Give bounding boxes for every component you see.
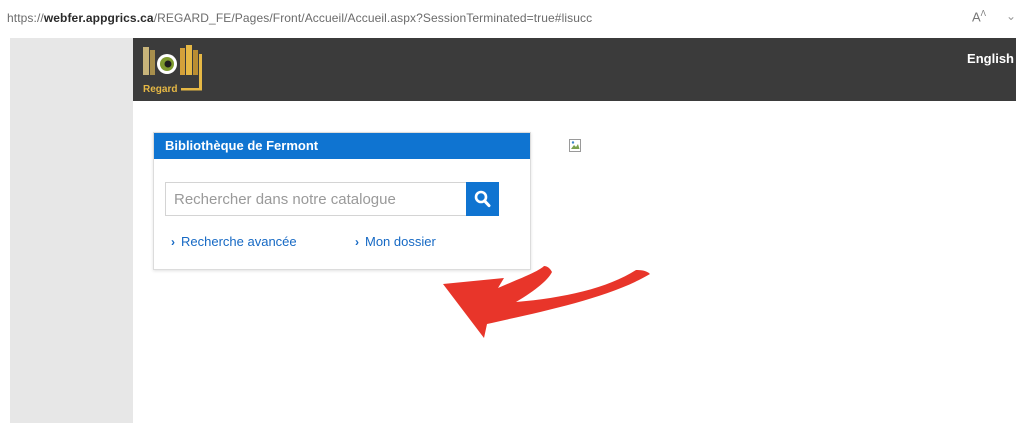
address-url[interactable]: https://webfer.appgrics.ca/REGARD_FE/Pag… [7,11,592,25]
panel-title: Bibliothèque de Fermont [154,133,530,159]
url-host: webfer.appgrics.ca [43,11,154,25]
toolbar-overflow-icon[interactable]: ⌄ [1006,9,1016,23]
site-header: Regard English [133,38,1016,101]
advanced-search-label: Recherche avancée [181,234,297,249]
red-curved-arrow-icon [443,266,650,338]
search-icon [474,190,491,208]
url-scheme: https:// [7,11,44,25]
my-account-label: Mon dossier [365,234,436,249]
language-link-english[interactable]: English [967,51,1014,66]
regard-logo[interactable]: Regard [141,44,211,96]
catalogue-search-panel: Bibliothèque de Fermont › Recherche avanc… [153,132,531,270]
catalogue-search-input[interactable] [165,182,466,216]
browser-address-bar[interactable]: https://webfer.appgrics.ca/REGARD_FE/Pag… [0,0,1016,38]
read-aloud-icon[interactable]: AɅ [972,9,986,24]
broken-image-icon [569,139,583,153]
my-account-link[interactable]: › Mon dossier [355,234,436,249]
advanced-search-link[interactable]: › Recherche avancée [171,234,297,249]
left-gutter [10,38,133,423]
chevron-right-icon: › [171,235,175,249]
logo-wordmark: Regard [143,84,177,95]
search-button[interactable] [466,182,499,216]
url-path: /REGARD_FE/Pages/Front/Accueil/Accueil.a… [153,11,593,25]
chevron-right-icon: › [355,235,359,249]
